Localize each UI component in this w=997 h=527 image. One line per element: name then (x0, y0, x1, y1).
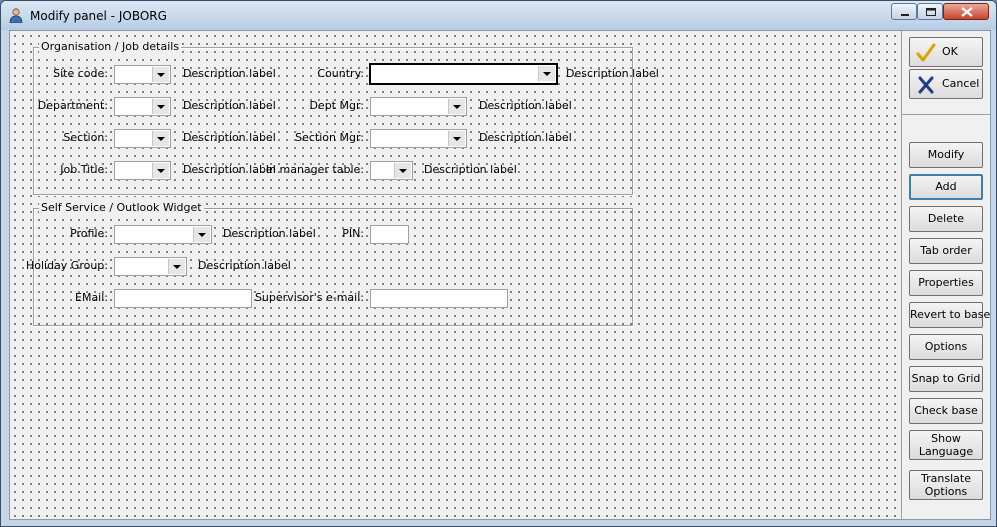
properties-button[interactable]: Properties (909, 270, 983, 296)
email-field[interactable] (114, 289, 252, 308)
department-combo[interactable] (114, 97, 171, 116)
section-mgr-label: Section Mgr: (295, 131, 364, 144)
button-separator (902, 114, 990, 115)
dropdown-button[interactable] (394, 163, 411, 178)
department-label: Department: (37, 99, 108, 112)
modify-panel-window: Modify panel - JOBORG Organisation / Job… (0, 0, 997, 527)
design-canvas[interactable]: Organisation / Job details Site code: De… (10, 31, 901, 519)
tab-order-button[interactable]: Tab order (909, 238, 983, 264)
show-language-button[interactable]: Show Language (909, 430, 983, 460)
dropdown-button[interactable] (448, 131, 465, 146)
check-base-button[interactable]: Check base (909, 398, 983, 424)
dropdown-button[interactable] (152, 163, 169, 178)
dept-mgr-label: Dept Mgr: (309, 99, 364, 112)
section-label: Section: (63, 131, 108, 144)
holiday-group-label: Holiday Group: (25, 259, 108, 272)
site-code-combo[interactable] (114, 65, 171, 84)
in-manager-table-label: In manager table: (265, 163, 364, 176)
dropdown-button[interactable] (448, 99, 465, 114)
dropdown-button[interactable] (152, 131, 169, 146)
profile-combo[interactable] (114, 225, 212, 244)
chevron-down-icon (157, 137, 165, 141)
section-description: Description label (183, 131, 276, 144)
country-label: Country: (317, 67, 364, 80)
dropdown-button[interactable] (152, 99, 169, 114)
section-combo[interactable] (114, 129, 171, 148)
ok-label: OK (942, 45, 958, 58)
minimize-button[interactable] (891, 3, 917, 20)
options-button[interactable]: Options (909, 334, 983, 360)
command-panel: OK Cancel Modify Add Delete Tab order Pr… (901, 31, 990, 519)
section-mgr-description: Description label (479, 131, 572, 144)
department-description: Description label (183, 99, 276, 112)
cancel-label: Cancel (942, 77, 980, 90)
job-title-label: Job Title: (60, 163, 108, 176)
group-label-org: Organisation / Job details (39, 40, 182, 54)
dropdown-button[interactable] (152, 67, 169, 82)
translate-options-button[interactable]: Translate Options (909, 470, 983, 500)
minimize-icon (901, 14, 909, 16)
translate-options-line1: Translate (921, 472, 971, 485)
email-label: EMail: (75, 291, 108, 304)
translate-options-line2: Options (924, 485, 968, 498)
section-mgr-combo[interactable] (370, 129, 467, 148)
cancel-button[interactable]: Cancel (909, 69, 983, 99)
supervisor-email-field[interactable] (370, 289, 508, 308)
title-bar[interactable]: Modify panel - JOBORG (1, 1, 996, 30)
chevron-down-icon (399, 169, 407, 173)
close-icon (961, 7, 973, 17)
job-title-combo[interactable] (114, 161, 171, 180)
chevron-down-icon (453, 105, 461, 109)
site-code-label: Site code: (53, 67, 108, 80)
country-description: Description label (566, 67, 659, 80)
pin-label: PIN: (342, 227, 364, 240)
show-language-line2: Language (918, 445, 974, 458)
holiday-group-combo[interactable] (114, 257, 187, 276)
in-manager-table-description: Description label (424, 163, 517, 176)
chevron-down-icon (157, 105, 165, 109)
maximize-button[interactable] (917, 3, 943, 20)
group-label-self-service: Self Service / Outlook Widget (39, 201, 204, 215)
ok-button[interactable]: OK (909, 37, 983, 67)
add-button[interactable]: Add (909, 174, 983, 200)
client-area: Organisation / Job details Site code: De… (9, 30, 991, 520)
dept-mgr-combo[interactable] (370, 97, 467, 116)
modify-button[interactable]: Modify (909, 142, 983, 168)
snap-to-grid-button[interactable]: Snap to Grid (909, 366, 983, 392)
chevron-down-icon (198, 233, 206, 237)
dept-mgr-description: Description label (479, 99, 572, 112)
chevron-down-icon (173, 265, 181, 269)
dropdown-button[interactable] (538, 66, 555, 81)
checkmark-icon (916, 43, 936, 62)
revert-to-base-button[interactable]: Revert to base (909, 302, 990, 328)
site-code-description: Description label (183, 67, 276, 80)
country-combo[interactable] (369, 63, 558, 85)
window-title: Modify panel - JOBORG (30, 9, 167, 23)
in-manager-table-combo[interactable] (370, 161, 413, 180)
supervisor-email-label: Supervisor's e-mail: (254, 291, 364, 304)
profile-label: Profile: (70, 227, 108, 240)
holiday-group-description: Description label (198, 259, 291, 272)
pin-field[interactable] (370, 225, 409, 244)
x-icon (918, 76, 934, 94)
profile-description: Description label (223, 227, 316, 240)
maximize-icon (926, 8, 936, 16)
chevron-down-icon (453, 137, 461, 141)
dropdown-button[interactable] (168, 259, 185, 274)
chevron-down-icon (157, 169, 165, 173)
delete-button[interactable]: Delete (909, 206, 983, 232)
chevron-down-icon (157, 73, 165, 77)
person-icon (9, 8, 23, 23)
chevron-down-icon (543, 72, 551, 76)
show-language-line1: Show (931, 432, 961, 445)
dropdown-button[interactable] (193, 227, 210, 242)
close-button[interactable] (943, 3, 989, 20)
